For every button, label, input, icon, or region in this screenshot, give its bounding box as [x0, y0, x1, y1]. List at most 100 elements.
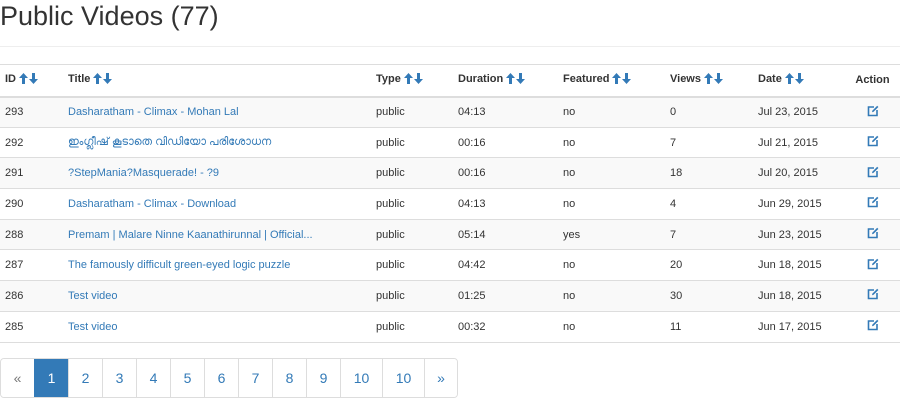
cell-action [845, 158, 900, 189]
cell-action [845, 127, 900, 158]
page-link-6[interactable]: 6 [204, 359, 238, 397]
page-link-3[interactable]: 3 [102, 359, 136, 397]
column-header-views: Views [665, 65, 753, 97]
sort-ascending-icon[interactable] [704, 73, 713, 85]
edit-icon[interactable] [867, 319, 879, 331]
cell-views: 7 [670, 228, 677, 241]
cell-action [845, 281, 900, 312]
page-link-2[interactable]: 2 [68, 359, 102, 397]
column-header-label: Featured [563, 73, 610, 86]
cell-type: public [376, 320, 405, 333]
cell-title: Dasharatham - Climax - Mohan Lal [63, 97, 371, 128]
sort-controls [784, 73, 805, 87]
cell-date: Jun 23, 2015 [758, 228, 822, 241]
sort-ascending-icon[interactable] [19, 73, 28, 85]
sort-ascending-icon[interactable] [403, 73, 413, 85]
page-link-4[interactable]: 4 [136, 359, 170, 397]
cell-duration: 05:14 [458, 228, 486, 241]
table-row: 291 ?StepMania?Masquerade! - ?9 public 00:1… [0, 157, 900, 189]
cell-type: public [376, 289, 405, 302]
table-row: 288 Premam | Malare Ninne Kaanathirunnal … [0, 219, 900, 250]
title-divider [0, 46, 900, 47]
video-title-link[interactable]: Dasharatham - Climax - Mohan Lal [68, 106, 239, 118]
column-header-title: Title [63, 65, 371, 97]
page-link-10-duplicate[interactable]: 10 [382, 359, 424, 397]
page-link-7[interactable]: 7 [238, 359, 272, 397]
cell-duration: 01:25 [458, 289, 486, 302]
page-link-5[interactable]: 5 [170, 359, 204, 397]
pagination: «1 2 3 4 5 6 7 8 9 10 10» [0, 358, 458, 398]
cell-featured: no [563, 136, 576, 149]
cell-title: Test video [63, 281, 371, 312]
video-title-link[interactable]: Dasharatham - Climax - Download [68, 198, 236, 210]
cell-views: 11 [670, 320, 682, 333]
sort-ascending-icon[interactable] [784, 73, 794, 85]
edit-icon[interactable] [867, 196, 879, 208]
sort-ascending-icon[interactable] [506, 73, 516, 85]
table-row: 290 Dasharatham - Climax - Download public… [0, 189, 900, 220]
cell-duration: 04:13 [458, 197, 486, 210]
cell-views: 0 [670, 106, 677, 119]
sort-descending-icon[interactable] [103, 73, 113, 85]
column-header-label: Views [670, 73, 701, 86]
cell-type: public [376, 167, 405, 180]
video-title-link[interactable]: ഇംഗ്ലീഷ് കൂടാതെ വിഡിയോ പരിശോധന [68, 136, 271, 148]
column-header-label: Action [855, 74, 890, 87]
cell-type: public [376, 136, 405, 149]
column-header-action: Action [845, 65, 900, 97]
cell-duration: 04:42 [458, 259, 486, 272]
table-row: 292 ഇംഗ്ലീഷ് കൂടാതെ വിഡിയോ പരിശോധന public 0… [0, 127, 900, 158]
page-title: Public Videos (77) [0, 1, 219, 31]
column-header-label: Duration [458, 73, 504, 86]
video-title-link[interactable]: ?StepMania?Masquerade! - ?9 [68, 167, 219, 179]
cell-views: 20 [670, 259, 683, 272]
page-link-9[interactable]: 9 [306, 359, 340, 397]
cell-featured: no [563, 167, 576, 180]
cell-type: public [376, 259, 405, 272]
cell-id: 291 [5, 167, 24, 180]
edit-icon[interactable] [867, 258, 879, 270]
cell-title: Dasharatham - Climax - Download [63, 189, 371, 220]
sort-descending-icon[interactable] [413, 73, 423, 85]
cell-action [845, 311, 900, 342]
cell-type: public [376, 228, 405, 241]
cell-views: 4 [670, 197, 677, 210]
sort-controls [19, 73, 39, 87]
cell-views: 7 [670, 136, 677, 149]
previous-page-button[interactable]: « [1, 359, 34, 397]
sort-descending-icon[interactable] [29, 73, 38, 85]
cell-views: 30 [670, 289, 683, 302]
video-title-link[interactable]: The famously difficult green-eyed logic … [68, 259, 290, 271]
sort-ascending-icon[interactable] [612, 73, 622, 85]
cell-duration: 04:13 [458, 106, 486, 119]
edit-icon[interactable] [867, 166, 879, 178]
next-page-button[interactable]: » [424, 359, 457, 397]
sort-descending-icon[interactable] [794, 73, 804, 85]
table-body: 293 Dasharatham - Climax - Mohan Lal publi… [0, 96, 900, 342]
page-link-8[interactable]: 8 [272, 359, 306, 397]
video-title-link[interactable]: Test video [68, 321, 118, 333]
table-row: 287 The famously difficult green-eyed log… [0, 250, 900, 281]
sort-descending-icon[interactable] [714, 73, 723, 85]
page-link-10[interactable]: 10 [340, 359, 382, 397]
cell-date: Jun 29, 2015 [758, 197, 822, 210]
sort-descending-icon[interactable] [516, 73, 526, 85]
table-header-row: ID Title Type Duration Featured Views Date Acti… [0, 64, 900, 97]
edit-icon[interactable] [867, 135, 879, 147]
video-title-link[interactable]: Test video [68, 290, 118, 302]
cell-action [845, 219, 900, 250]
cell-duration: 00:16 [458, 136, 486, 149]
sort-descending-icon[interactable] [622, 73, 632, 85]
edit-icon[interactable] [867, 105, 879, 117]
edit-icon[interactable] [867, 288, 879, 300]
cell-title: Test video [63, 311, 371, 342]
cell-title: ?StepMania?Masquerade! - ?9 [63, 158, 371, 189]
column-header-date: Date [753, 65, 845, 97]
cell-featured: no [563, 259, 576, 272]
cell-id: 292 [5, 136, 24, 149]
video-title-link[interactable]: Premam | Malare Ninne Kaanathirunnal | O… [68, 229, 313, 241]
cell-featured: yes [563, 228, 581, 241]
page-link-1[interactable]: 1 [34, 359, 68, 397]
sort-ascending-icon[interactable] [93, 73, 103, 85]
edit-icon[interactable] [867, 227, 879, 239]
